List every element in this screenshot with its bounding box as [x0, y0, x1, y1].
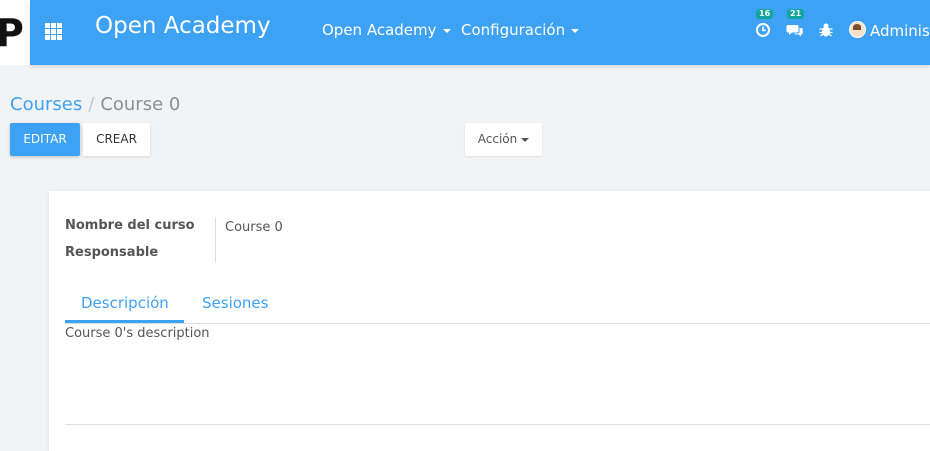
create-button[interactable]: CREAR	[83, 123, 150, 156]
menu-configuracion[interactable]: Configuración	[461, 21, 580, 39]
edit-button[interactable]: EDITAR	[10, 123, 80, 156]
course-name-label: Nombre del curso	[65, 218, 195, 233]
breadcrumb-current: Course 0	[100, 94, 181, 115]
description-text: Course 0's description	[65, 326, 210, 341]
action-dropdown-label: Acción	[477, 132, 518, 146]
app-brand[interactable]: Open Academy	[95, 13, 271, 39]
apps-menu-icon[interactable]	[45, 23, 62, 40]
breadcrumb: Courses / Course 0	[10, 94, 180, 115]
action-dropdown[interactable]: Acción	[465, 123, 542, 156]
course-name-value: Course 0	[225, 220, 283, 235]
logo: P	[0, 0, 30, 65]
logo-letter: P	[0, 11, 24, 55]
activity-count-badge: 16	[756, 9, 774, 19]
description-bottom-divider	[65, 424, 930, 425]
menu-open-academy-label: Open Academy	[322, 21, 437, 39]
messages-chat-icon[interactable]: 21	[786, 9, 805, 40]
debug-bug-icon[interactable]	[818, 22, 836, 40]
top-navbar: Open Academy Open Academy Configuración …	[30, 0, 930, 65]
caret-down-icon	[521, 137, 530, 142]
responsible-label: Responsable	[65, 245, 159, 260]
field-divider	[215, 217, 216, 263]
messages-count-badge: 21	[787, 9, 805, 19]
caret-down-icon	[571, 28, 580, 33]
breadcrumb-courses-link[interactable]: Courses	[10, 94, 82, 115]
user-name: Administ	[870, 22, 930, 40]
form-sheet: Nombre del curso Responsable Course 0 De…	[49, 191, 930, 451]
user-menu[interactable]: Administ	[849, 21, 930, 40]
menu-configuracion-label: Configuración	[461, 21, 566, 39]
caret-down-icon	[442, 28, 451, 33]
menu-open-academy[interactable]: Open Academy	[322, 21, 451, 39]
tab-descripcion[interactable]: Descripción	[81, 294, 169, 312]
breadcrumb-separator: /	[88, 94, 95, 115]
avatar	[849, 21, 866, 38]
tabs-divider	[65, 323, 930, 324]
activity-clock-icon[interactable]: 16	[755, 9, 774, 40]
tab-sesiones[interactable]: Sesiones	[202, 294, 268, 312]
